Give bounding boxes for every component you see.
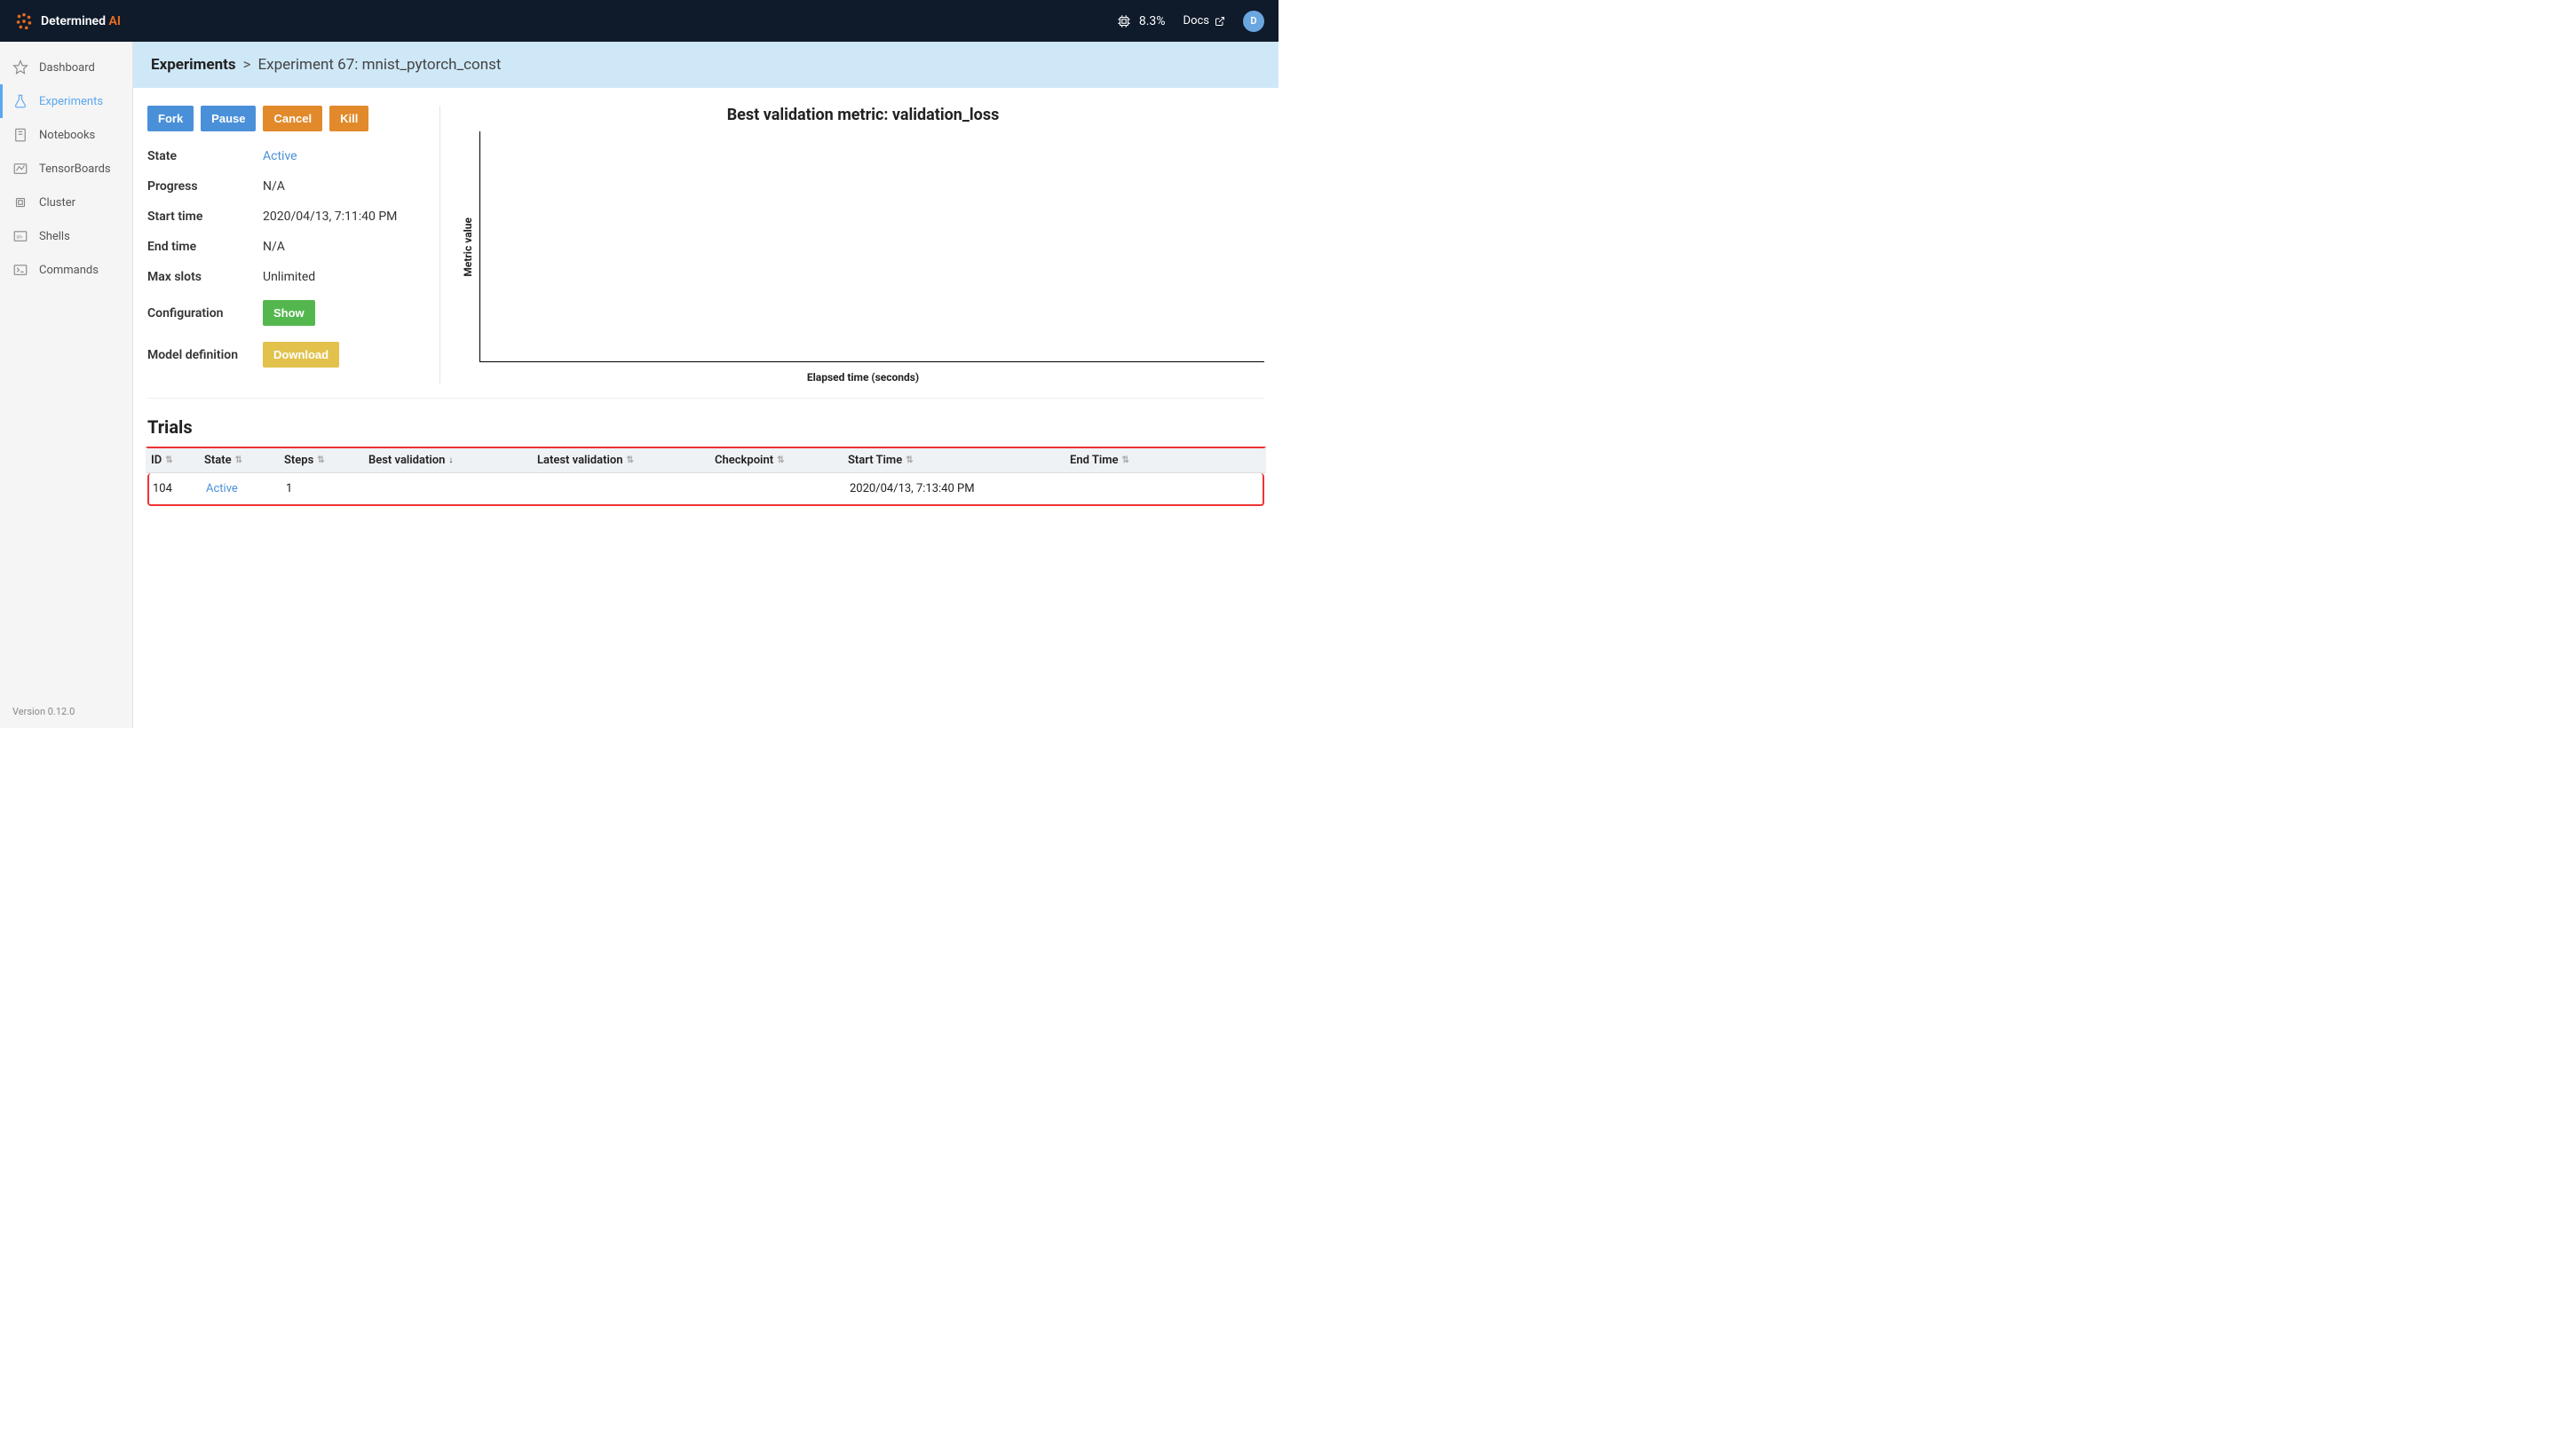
sort-down-icon: ↓ bbox=[448, 455, 453, 465]
end-time-label: End time bbox=[147, 240, 263, 254]
star-icon bbox=[12, 59, 28, 75]
svg-text:sh›: sh› bbox=[17, 234, 24, 240]
start-time-label: Start time bbox=[147, 210, 263, 224]
configuration-label: Configuration bbox=[147, 306, 263, 320]
sort-icon: ⇅ bbox=[906, 455, 913, 465]
flask-icon bbox=[12, 93, 28, 109]
sidebar-item-experiments[interactable]: Experiments bbox=[0, 84, 132, 118]
cell-latest-validation bbox=[539, 482, 716, 495]
trials-table-body: 104 Active 1 2020/04/13, 7:13:40 PM bbox=[147, 473, 1264, 506]
sort-icon: ⇅ bbox=[235, 455, 242, 465]
brand-logo[interactable]: Determined AI bbox=[14, 12, 121, 31]
sidebar-item-label: Cluster bbox=[39, 196, 75, 210]
sidebar-item-label: TensorBoards bbox=[39, 162, 111, 176]
sort-icon: ⇅ bbox=[1121, 455, 1128, 465]
chip-icon bbox=[12, 194, 28, 210]
kill-button[interactable]: Kill bbox=[329, 106, 368, 131]
sort-icon: ⇅ bbox=[317, 455, 324, 465]
sort-icon: ⇅ bbox=[626, 455, 633, 465]
logo-icon bbox=[14, 12, 34, 31]
state-label: State bbox=[147, 149, 263, 163]
shell-icon: sh› bbox=[12, 228, 28, 244]
col-best-validation[interactable]: Best validation↓ bbox=[368, 454, 537, 467]
sidebar-item-commands[interactable]: Commands bbox=[0, 253, 132, 287]
download-model-button[interactable]: Download bbox=[263, 342, 339, 368]
progress-value: N/A bbox=[263, 179, 425, 194]
max-slots-label: Max slots bbox=[147, 270, 263, 284]
sidebar-item-dashboard[interactable]: Dashboard bbox=[0, 51, 132, 84]
col-id[interactable]: ID⇅ bbox=[151, 454, 204, 467]
sidebar-item-label: Dashboard bbox=[39, 61, 95, 75]
main-content: Experiments > Experiment 67: mnist_pytor… bbox=[133, 42, 1278, 728]
table-row[interactable]: 104 Active 1 2020/04/13, 7:13:40 PM bbox=[149, 473, 1263, 504]
docs-link[interactable]: Docs bbox=[1184, 14, 1225, 28]
end-time-value: N/A bbox=[263, 240, 425, 254]
cell-checkpoint bbox=[716, 482, 850, 495]
chip-icon bbox=[1116, 13, 1132, 29]
docs-label: Docs bbox=[1184, 14, 1209, 28]
trials-heading: Trials bbox=[147, 416, 1264, 438]
sort-icon: ⇅ bbox=[165, 455, 172, 465]
col-end-time[interactable]: End Time⇅ bbox=[1070, 454, 1221, 467]
breadcrumb-current: Experiment 67: mnist_pytorch_const bbox=[258, 56, 502, 74]
avatar[interactable]: D bbox=[1243, 11, 1264, 32]
brand-name: Determined AI bbox=[41, 14, 121, 28]
col-checkpoint[interactable]: Checkpoint⇅ bbox=[715, 454, 848, 467]
cell-start-time: 2020/04/13, 7:13:40 PM bbox=[850, 482, 1072, 495]
fork-button[interactable]: Fork bbox=[147, 106, 194, 131]
sidebar-item-tensorboards[interactable]: TensorBoards bbox=[0, 152, 132, 186]
cell-end-time bbox=[1072, 482, 1223, 495]
chart-x-axis-label: Elapsed time (seconds) bbox=[462, 371, 1264, 384]
sort-icon: ⇅ bbox=[777, 455, 784, 465]
chart-plot-area bbox=[479, 131, 1264, 362]
state-value: Active bbox=[263, 149, 297, 163]
version-label: Version 0.12.0 bbox=[0, 695, 132, 728]
terminal-icon bbox=[12, 262, 28, 278]
chart-y-axis-label: Metric value bbox=[462, 218, 474, 277]
sidebar-item-shells[interactable]: sh› Shells bbox=[0, 219, 132, 253]
start-time-value: 2020/04/13, 7:11:40 PM bbox=[263, 210, 425, 224]
external-link-icon bbox=[1215, 16, 1225, 27]
cluster-usage-badge[interactable]: 8.3% bbox=[1116, 13, 1166, 29]
sidebar-item-cluster[interactable]: Cluster bbox=[0, 186, 132, 219]
col-latest-validation[interactable]: Latest validation⇅ bbox=[537, 454, 715, 467]
cancel-button[interactable]: Cancel bbox=[263, 106, 322, 131]
sidebar-item-label: Commands bbox=[39, 264, 99, 277]
avatar-initial: D bbox=[1250, 15, 1256, 27]
notebook-icon bbox=[12, 127, 28, 143]
breadcrumb-root[interactable]: Experiments bbox=[151, 56, 236, 74]
chart-panel: Best validation metric: validation_loss … bbox=[440, 106, 1264, 384]
sidebar-item-label: Shells bbox=[39, 230, 70, 243]
sidebar: Dashboard Experiments Notebooks TensorBo… bbox=[0, 42, 133, 728]
cell-id: 104 bbox=[153, 482, 206, 495]
col-start-time[interactable]: Start Time⇅ bbox=[848, 454, 1070, 467]
model-definition-label: Model definition bbox=[147, 348, 263, 362]
breadcrumb: Experiments > Experiment 67: mnist_pytor… bbox=[133, 42, 1278, 88]
sidebar-item-notebooks[interactable]: Notebooks bbox=[0, 118, 132, 152]
progress-label: Progress bbox=[147, 179, 263, 194]
sidebar-item-label: Notebooks bbox=[39, 129, 95, 142]
trials-table-header: ID⇅ State⇅ Steps⇅ Best validation↓ Lates… bbox=[146, 447, 1266, 473]
col-state[interactable]: State⇅ bbox=[204, 454, 284, 467]
cell-state: Active bbox=[206, 482, 238, 495]
show-config-button[interactable]: Show bbox=[263, 300, 315, 326]
breadcrumb-separator: > bbox=[243, 56, 251, 74]
cell-best-validation bbox=[370, 482, 539, 495]
pause-button[interactable]: Pause bbox=[201, 106, 256, 131]
experiment-info-panel: Fork Pause Cancel Kill State Active Prog… bbox=[147, 106, 440, 384]
graph-icon bbox=[12, 161, 28, 177]
cluster-usage-value: 8.3% bbox=[1139, 14, 1166, 28]
chart-title: Best validation metric: validation_loss bbox=[462, 106, 1264, 124]
max-slots-value: Unlimited bbox=[263, 270, 425, 284]
col-steps[interactable]: Steps⇅ bbox=[284, 454, 368, 467]
cell-steps: 1 bbox=[286, 482, 370, 495]
topbar: Determined AI 8.3% Docs D bbox=[0, 0, 1278, 42]
sidebar-item-label: Experiments bbox=[39, 95, 103, 108]
